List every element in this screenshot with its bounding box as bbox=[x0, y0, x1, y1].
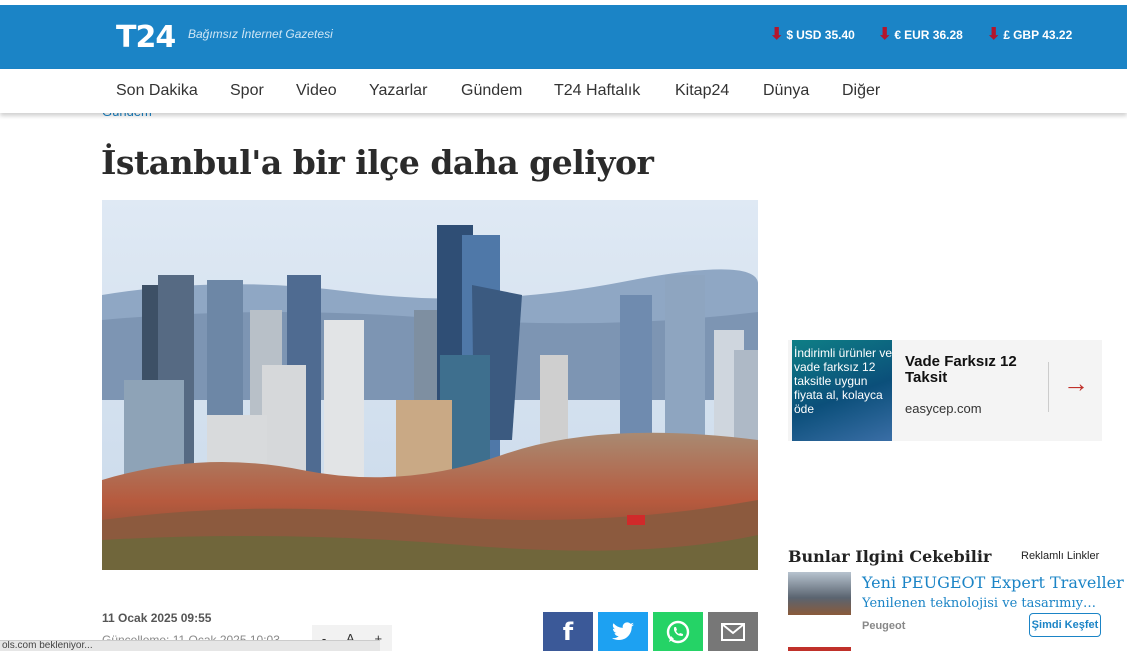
nav-item-t24-haftalik[interactable]: T24 Haftalık bbox=[554, 82, 640, 100]
share-twitter-button[interactable] bbox=[598, 612, 648, 651]
nav-item-gundem[interactable]: Gündem bbox=[461, 82, 522, 100]
email-icon bbox=[721, 622, 745, 641]
nav-item-yazarlar[interactable]: Yazarlar bbox=[369, 82, 427, 100]
browser-status-bar: ols.com bekleniyor... bbox=[0, 640, 380, 651]
facebook-icon: f bbox=[562, 617, 574, 646]
site-header: T24 Bağımsız İnternet Gazetesi ⬇ $ USD 3… bbox=[0, 5, 1127, 69]
nav-item-dunya[interactable]: Dünya bbox=[763, 82, 809, 100]
arrow-down-icon: ⬇ bbox=[770, 26, 784, 43]
arrow-down-icon: ⬇ bbox=[987, 26, 1001, 43]
sponsored-links-label[interactable]: Reklamlı Linkler bbox=[1021, 550, 1099, 562]
rec-item-brand: Peugeot bbox=[862, 620, 906, 632]
ad-image[interactable]: İndirimli ürünler ve vade farksız 12 tak… bbox=[792, 340, 892, 441]
currency-symbol: € bbox=[894, 28, 902, 42]
rec-item-image[interactable] bbox=[788, 572, 851, 615]
currency-symbol: £ bbox=[1003, 28, 1011, 42]
rec-item-description[interactable]: Yenilenen teknolojisi ve tasarımıyla Peu… bbox=[862, 596, 1100, 611]
rec-item-image[interactable] bbox=[788, 647, 851, 651]
currency-gbp[interactable]: ⬇ £ GBP 43.22 bbox=[987, 27, 1072, 43]
whatsapp-icon bbox=[666, 620, 690, 643]
nav-item-video[interactable]: Video bbox=[296, 82, 337, 100]
nav-item-diger[interactable]: Diğer bbox=[842, 82, 880, 100]
recommendations-heading: Bunlar Ilgini Cekebilir bbox=[788, 547, 992, 566]
arrow-down-icon: ⬇ bbox=[878, 26, 892, 43]
nav-item-spor[interactable]: Spor bbox=[230, 82, 264, 100]
site-logo[interactable]: T24 bbox=[116, 20, 176, 55]
twitter-icon bbox=[612, 621, 634, 640]
currency-usd[interactable]: ⬇ $ USD 35.40 bbox=[770, 27, 855, 43]
main-nav: Son Dakika Spor Video Yazarlar Gündem T2… bbox=[0, 69, 1127, 113]
share-email-button[interactable] bbox=[708, 612, 758, 651]
sponsored-ad[interactable]: İndirimli ürünler ve vade farksız 12 tak… bbox=[788, 340, 1102, 441]
currency-value: GBP 43.22 bbox=[1013, 28, 1073, 42]
article-title: İstanbul'a bir ilçe daha geliyor bbox=[101, 143, 654, 182]
currency-symbol: $ bbox=[786, 28, 794, 42]
arrow-right-icon[interactable]: → bbox=[1063, 370, 1089, 396]
nav-item-kitap24[interactable]: Kitap24 bbox=[675, 82, 729, 100]
share-facebook-button[interactable]: f bbox=[543, 612, 593, 651]
article-hero-image bbox=[102, 200, 758, 570]
rec-item-cta-button[interactable]: Şimdi Keşfet bbox=[1029, 613, 1101, 637]
nav-item-son-dakika[interactable]: Son Dakika bbox=[116, 82, 198, 100]
rec-item-title[interactable]: Yeni PEUGEOT Expert Traveller bbox=[862, 573, 1124, 592]
ad-divider bbox=[1048, 362, 1049, 412]
ad-image-text: İndirimli ürünler ve vade farksız 12 tak… bbox=[794, 346, 892, 416]
share-whatsapp-button[interactable] bbox=[653, 612, 703, 651]
ad-domain: easycep.com bbox=[905, 401, 982, 416]
currency-value: EUR 36.28 bbox=[904, 28, 963, 42]
site-tagline: Bağımsız İnternet Gazetesi bbox=[188, 27, 333, 41]
publish-date: 11 Ocak 2025 09:55 bbox=[102, 611, 212, 625]
currency-eur[interactable]: ⬇ € EUR 36.28 bbox=[878, 27, 963, 43]
currency-value: USD 35.40 bbox=[796, 28, 855, 42]
ad-title[interactable]: Vade Farksız 12 Taksit bbox=[905, 354, 1045, 386]
